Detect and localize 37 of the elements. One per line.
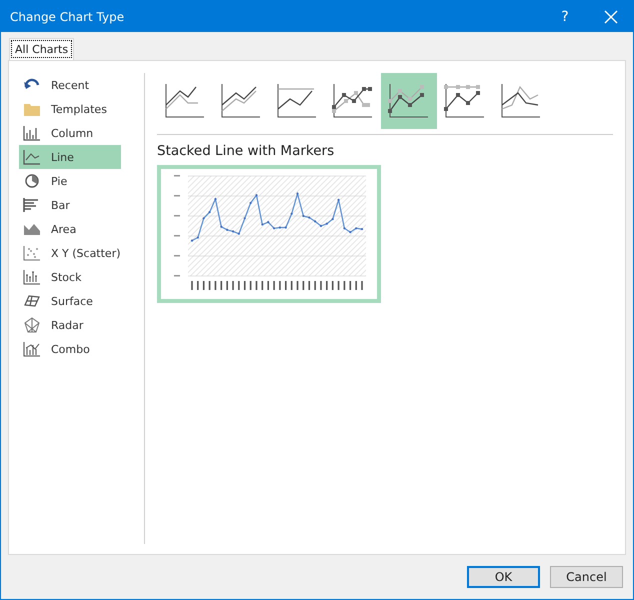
dialog-button[interactable]: Cancel bbox=[550, 566, 623, 588]
chart-type-item[interactable]: Line bbox=[19, 145, 121, 169]
close-icon bbox=[604, 10, 618, 24]
chart-type-item[interactable]: Column bbox=[19, 121, 121, 145]
bar-chart-icon bbox=[23, 197, 41, 213]
folder-icon bbox=[23, 101, 41, 117]
chart-type-item[interactable]: Area bbox=[19, 217, 121, 241]
dialog-button[interactable]: OK bbox=[467, 566, 540, 588]
window-title: Change Chart Type bbox=[9, 10, 126, 24]
chart-type-item[interactable]: Bar bbox=[19, 193, 121, 217]
line-chart-icon bbox=[23, 149, 41, 165]
chart-type-item[interactable]: Combo bbox=[19, 337, 121, 361]
chart-type-item[interactable]: Radar bbox=[19, 313, 121, 337]
chart-type-item[interactable]: X Y (Scatter) bbox=[19, 241, 121, 265]
help-button[interactable]: ? bbox=[543, 1, 587, 32]
line-chart-icon bbox=[500, 83, 542, 119]
line-chart-icon bbox=[276, 83, 318, 119]
radar-chart-icon bbox=[23, 317, 41, 333]
tab[interactable]: All Charts bbox=[9, 38, 74, 60]
line-chart-icon bbox=[444, 83, 486, 119]
column-chart-icon bbox=[23, 125, 41, 141]
chart-subtype-option[interactable] bbox=[381, 73, 437, 129]
subtype-title: Stacked Line with Markers bbox=[157, 143, 336, 159]
surface-chart-icon bbox=[23, 293, 41, 309]
chart-type-item[interactable]: Recent bbox=[19, 73, 121, 97]
pie-chart-icon bbox=[23, 173, 41, 189]
chart-type-item[interactable]: Stock bbox=[19, 265, 121, 289]
scatter-chart-icon bbox=[23, 245, 41, 261]
combo-chart-icon bbox=[23, 341, 41, 357]
line-chart-icon bbox=[332, 83, 374, 119]
line-chart-icon bbox=[164, 83, 206, 119]
stock-chart-icon bbox=[23, 269, 41, 285]
chart-type-item[interactable]: Pie bbox=[19, 169, 121, 193]
chart-type-item[interactable]: Surface bbox=[19, 289, 121, 313]
line-chart-icon bbox=[220, 83, 262, 119]
line-chart-icon bbox=[388, 83, 430, 119]
chart-type-item[interactable]: Templates bbox=[19, 97, 121, 121]
